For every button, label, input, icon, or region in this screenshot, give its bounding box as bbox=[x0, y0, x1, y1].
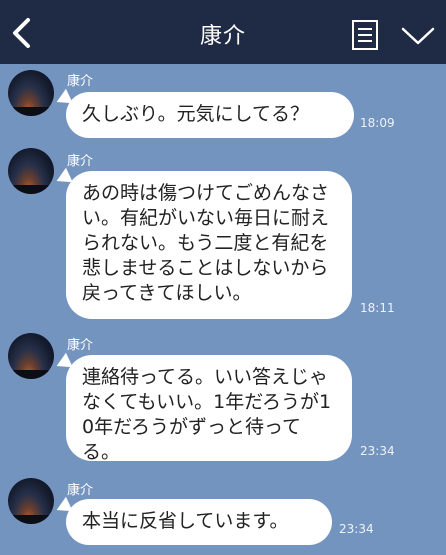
message-time: 18:11 bbox=[360, 301, 395, 315]
message-bubble[interactable]: 本当に反省しています。 bbox=[66, 499, 332, 545]
chat-title: 康介 bbox=[199, 24, 246, 49]
avatar[interactable] bbox=[8, 478, 54, 524]
message-time: 23:34 bbox=[360, 444, 395, 458]
avatar[interactable] bbox=[8, 333, 54, 379]
message-time: 23:34 bbox=[339, 522, 374, 536]
sender-name: 康介 bbox=[67, 338, 94, 353]
chat-header: 康介 bbox=[0, 0, 446, 64]
avatar[interactable] bbox=[8, 148, 54, 194]
avatar[interactable] bbox=[8, 70, 54, 116]
sender-name: 康介 bbox=[67, 74, 94, 89]
message-bubble[interactable]: 久しぶり。元気にしてる？ bbox=[66, 92, 354, 138]
sender-name: 康介 bbox=[67, 483, 94, 498]
menu-list-icon[interactable] bbox=[351, 19, 379, 51]
message-bubble[interactable]: あの時は傷つけてごめんなさい。有紀がいない毎日に耐えられない。もう二度と有紀を悲… bbox=[66, 171, 352, 319]
message-time: 18:09 bbox=[360, 116, 395, 130]
sender-name: 康介 bbox=[67, 154, 94, 169]
message-bubble[interactable]: 連絡待ってる。いい答えじゃなくてもいい。1年だろうが10年だろうがずっと待ってる… bbox=[66, 355, 352, 463]
chevron-down-icon[interactable] bbox=[401, 25, 435, 47]
